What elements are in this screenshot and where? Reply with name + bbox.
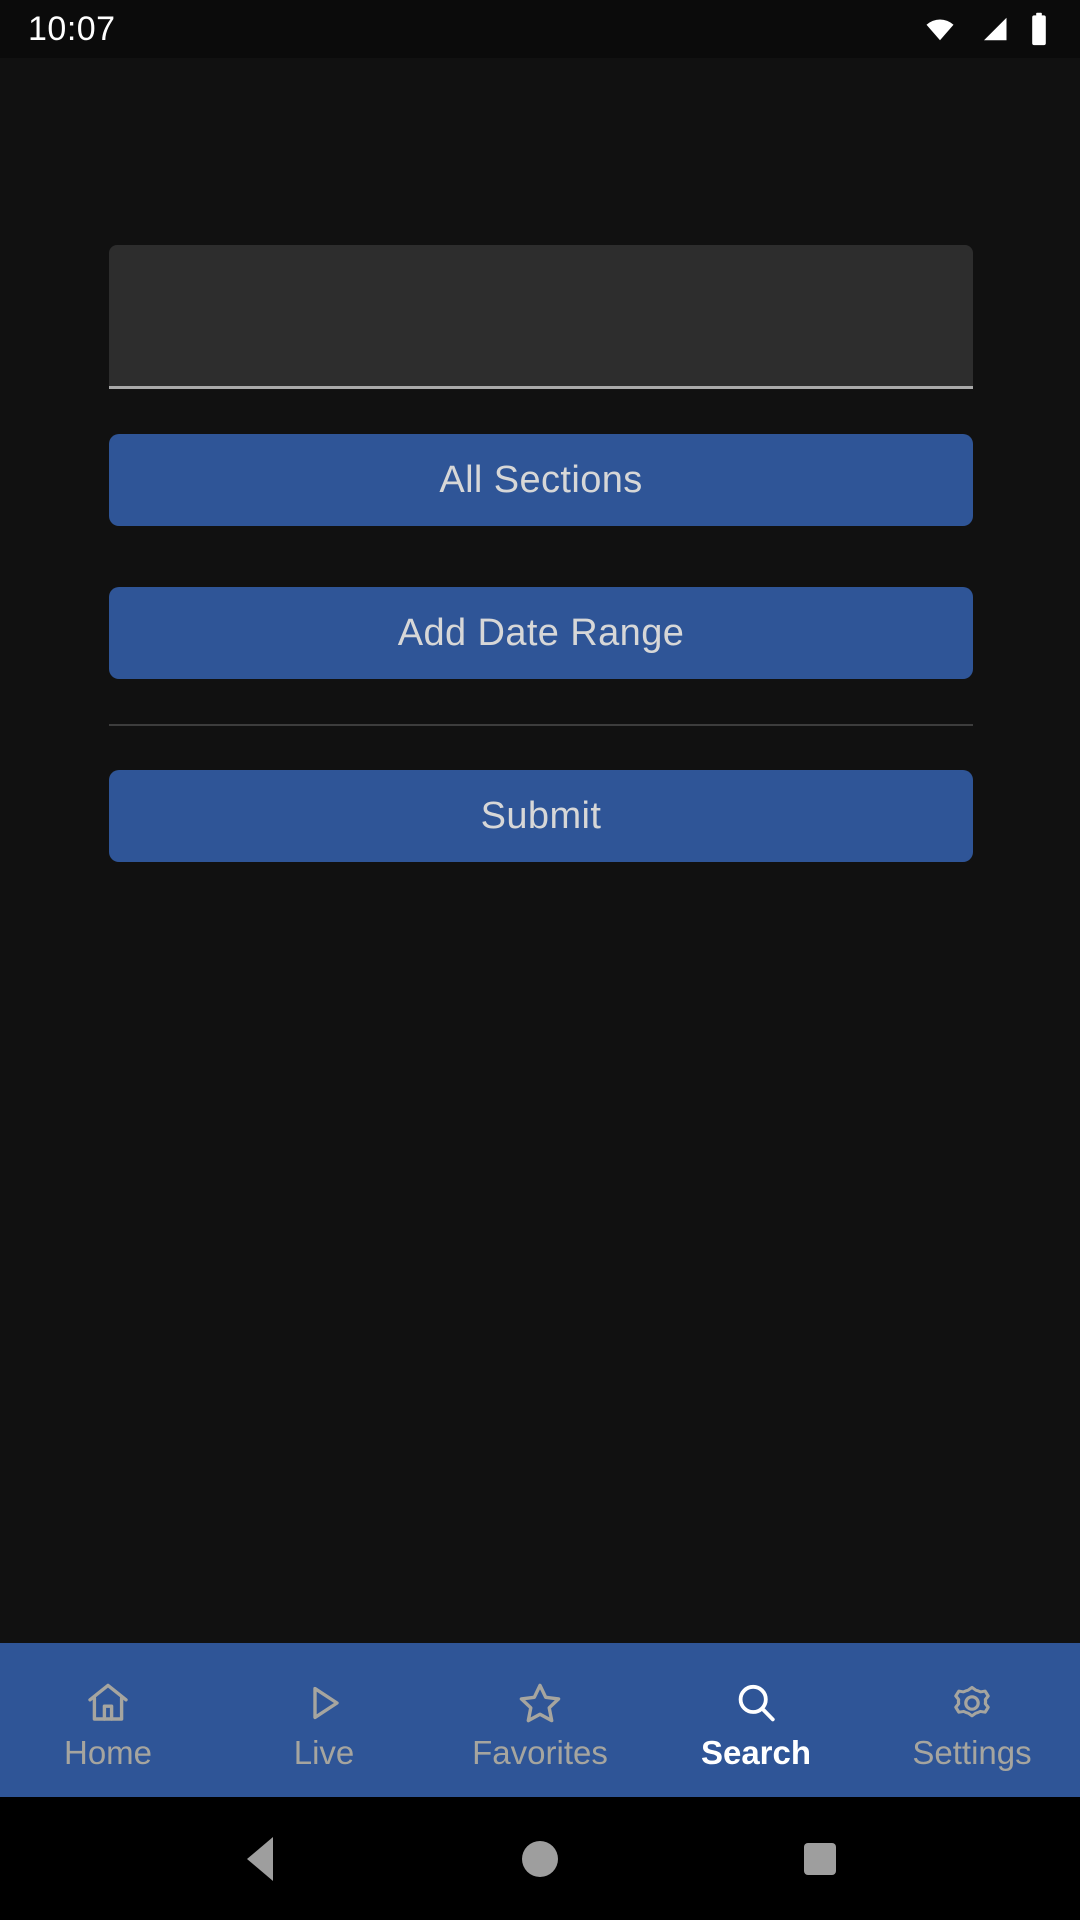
wifi-icon: [920, 14, 960, 44]
nav-label-live: Live: [293, 1733, 355, 1771]
bottom-navigation-bar: Home Live Favorites Search Settings: [0, 1643, 1080, 1797]
home-icon: [84, 1678, 132, 1728]
recents-button[interactable]: [760, 1797, 880, 1920]
nav-label-home: Home: [63, 1733, 153, 1771]
form-divider: [109, 724, 973, 726]
nav-item-home[interactable]: Home: [0, 1643, 216, 1797]
nav-label-settings: Settings: [912, 1733, 1032, 1771]
nav-item-favorites[interactable]: Favorites: [432, 1643, 648, 1797]
battery-icon: [1028, 12, 1050, 46]
recents-square-icon: [804, 1842, 836, 1875]
home-circle-icon: [522, 1840, 558, 1877]
nav-item-settings[interactable]: Settings: [864, 1643, 1080, 1797]
back-button[interactable]: [200, 1797, 320, 1920]
status-clock: 10:07: [28, 10, 116, 48]
android-system-nav: [0, 1797, 1080, 1920]
status-bar-icons: [920, 12, 1050, 46]
cellular-signal-icon: [976, 14, 1012, 44]
phone-screen: 10:07 All Sections Add Date Range Submit…: [0, 0, 1080, 1920]
nav-label-search: Search: [700, 1733, 812, 1771]
search-icon: [732, 1678, 780, 1728]
home-button[interactable]: [480, 1797, 600, 1920]
play-icon: [300, 1678, 348, 1728]
status-bar: 10:07: [0, 0, 1080, 58]
nav-item-live[interactable]: Live: [216, 1643, 432, 1797]
search-input-container: [109, 245, 973, 389]
search-input[interactable]: [109, 245, 973, 389]
add-date-range-button[interactable]: Add Date Range: [109, 587, 973, 679]
search-form-content: All Sections Add Date Range Submit: [0, 58, 1080, 1643]
all-sections-button[interactable]: All Sections: [109, 434, 973, 526]
submit-button[interactable]: Submit: [109, 770, 973, 862]
gear-icon: [948, 1678, 996, 1728]
nav-item-search[interactable]: Search: [648, 1643, 864, 1797]
star-icon: [516, 1678, 564, 1728]
back-triangle-icon: [247, 1836, 273, 1881]
nav-label-favorites: Favorites: [472, 1733, 608, 1771]
